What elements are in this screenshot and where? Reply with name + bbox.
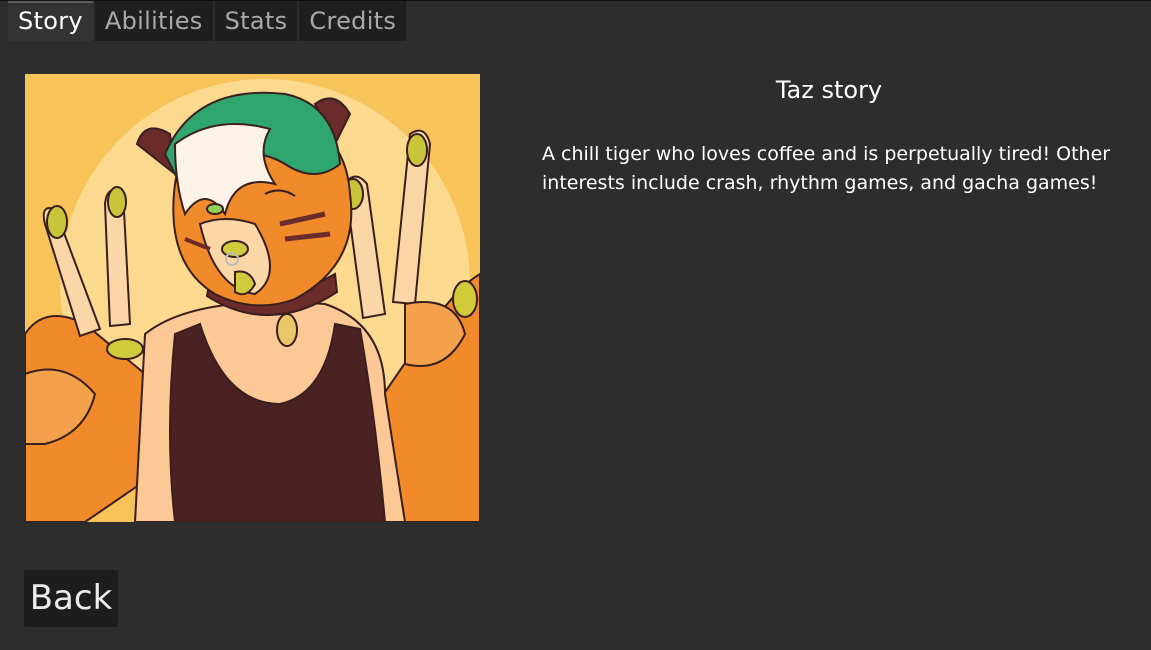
torso (133, 301, 407, 522)
back-button[interactable]: Back (24, 570, 118, 627)
tiger-character-illustration (25, 74, 480, 522)
story-title: Taz story (775, 76, 883, 104)
tab-credits[interactable]: Credits (299, 1, 407, 41)
character-portrait (25, 74, 480, 522)
tab-story[interactable]: Story (8, 1, 93, 41)
story-text: A chill tiger who loves coffee and is pe… (542, 143, 1111, 194)
tab-abilities[interactable]: Abilities (94, 1, 213, 41)
tab-stats[interactable]: Stats (214, 1, 298, 41)
tab-bar: Story Abilities Stats Credits (8, 1, 408, 41)
